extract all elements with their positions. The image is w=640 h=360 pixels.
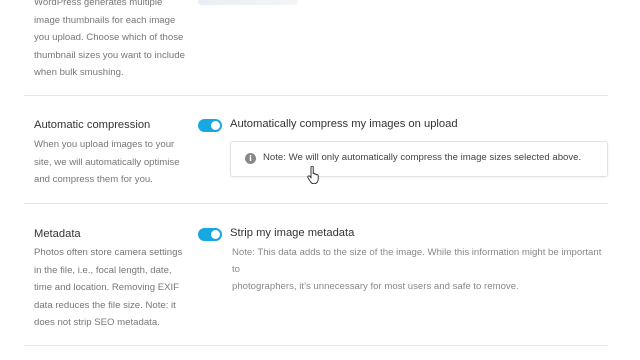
toggle-knob [211, 230, 220, 239]
metadata-description-line: in the file, i.e., focal length, date, [34, 264, 172, 276]
settings-panel: WordPress generates multiple image thumb… [0, 0, 640, 360]
thumbnail-sizes-list-edge[interactable] [198, 0, 298, 5]
metadata-helper-line: photographers, it’s unnecessary for most… [232, 281, 519, 292]
info-icon: i [245, 153, 256, 164]
strip-metadata-toggle-label[interactable]: Strip my image metadata [230, 227, 354, 239]
metadata-description: Photos often store camera settings in th… [34, 244, 204, 332]
notice-text: Note: We will only automatically compres… [263, 152, 582, 163]
thumbnails-description-line: you upload. Choose which of those [34, 32, 184, 43]
section-divider [24, 345, 608, 346]
section-divider [24, 203, 608, 204]
metadata-helper-text: Note: This data adds to the size of the … [232, 244, 612, 295]
metadata-description-line: does not strip SEO metadata. [34, 317, 160, 328]
metadata-description-line: time and location. Removing EXIF [34, 282, 180, 293]
auto-compression-description-line: and compress them for you. [34, 174, 153, 185]
thumbnails-description-line: thumbnail sizes you want to include [34, 49, 185, 61]
strip-metadata-toggle[interactable] [198, 228, 222, 241]
auto-compress-notice: i Note: We will only automatically compr… [230, 141, 608, 177]
auto-compress-toggle-label[interactable]: Automatically compress my images on uplo… [230, 118, 458, 130]
auto-compress-toggle[interactable] [198, 119, 222, 132]
toggle-knob [211, 121, 220, 130]
auto-compression-description-line: site, we will automatically optimise [34, 156, 180, 168]
auto-compression-description-line: When you upload images to your [34, 139, 175, 150]
auto-compression-title: Automatic compression [34, 119, 151, 131]
thumbnails-description: WordPress generates multiple image thumb… [34, 0, 204, 82]
thumbnails-description-line: WordPress generates multiple [34, 0, 163, 8]
section-divider [24, 95, 608, 96]
metadata-helper-line: Note: This data adds to the size of the … [232, 247, 602, 275]
metadata-description-line: Photos often store camera settings [34, 247, 183, 258]
thumbnails-description-line: image thumbnails for each image [34, 14, 176, 26]
metadata-title: Metadata [34, 228, 81, 240]
thumbnails-description-line: when bulk smushing. [34, 67, 124, 78]
auto-compression-description: When you upload images to your site, we … [34, 136, 204, 189]
hand-pointer-cursor-icon [307, 166, 319, 184]
metadata-description-line: data reduces the file size. Note: it [34, 299, 176, 311]
